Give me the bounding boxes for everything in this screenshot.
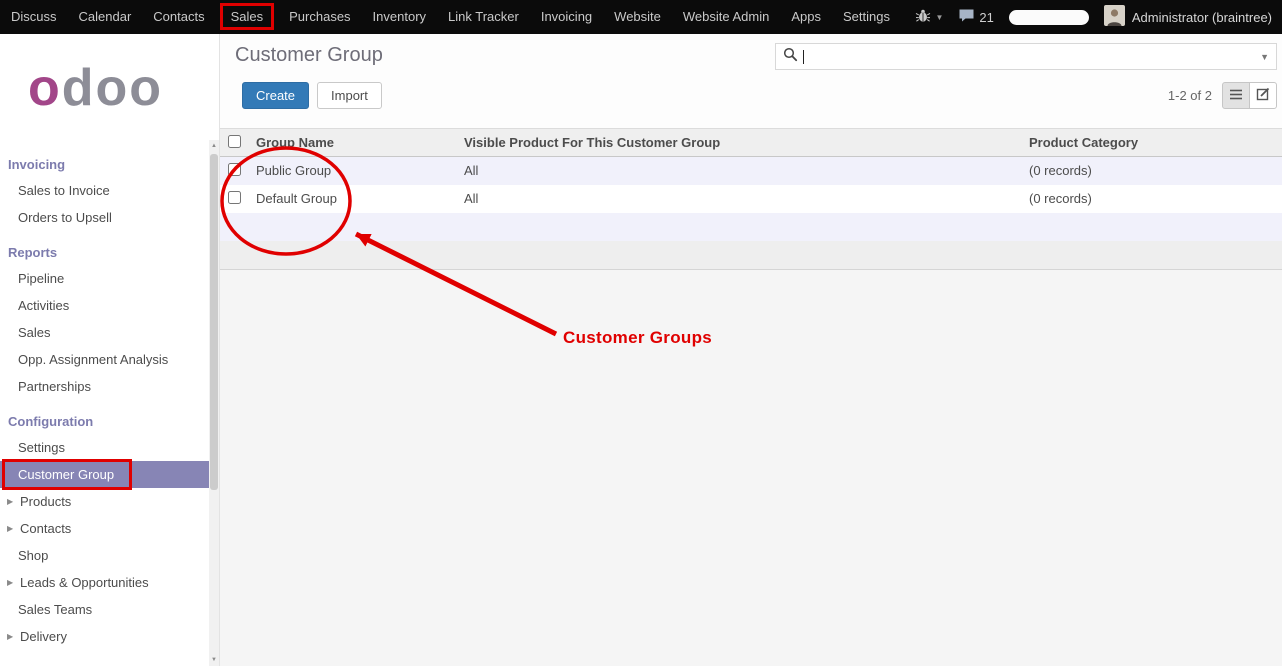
sidebar-item-shop[interactable]: Shop — [0, 542, 210, 569]
sidebar-item-leads-opportunities-label: Leads & Opportunities — [20, 575, 149, 590]
menu-contacts[interactable]: Contacts — [142, 0, 215, 34]
pager-counter: 1-2 of 2 — [1168, 88, 1212, 103]
column-header-product-category[interactable]: Product Category — [1025, 129, 1282, 157]
user-name: Administrator (braintree) — [1132, 10, 1272, 25]
row-checkbox[interactable] — [228, 163, 241, 176]
menu-sales-label: Sales — [231, 9, 264, 24]
sidebar-item-products-label: Products — [20, 494, 71, 509]
page-title: Customer Group — [235, 44, 383, 67]
pager-area: 1-2 of 2 — [1168, 82, 1277, 109]
menu-inventory[interactable]: Inventory — [362, 0, 437, 34]
user-menu[interactable]: Administrator (braintree) — [1104, 5, 1272, 29]
menu-sales[interactable]: Sales — [216, 0, 279, 34]
sidebar-item-leads-opportunities[interactable]: ▶ Leads & Opportunities — [0, 569, 210, 596]
sidebar-section-invoicing[interactable]: Invoicing — [0, 152, 219, 177]
cell-visible-product[interactable]: All — [460, 157, 1025, 185]
logo-letter-accent: o — [28, 59, 62, 117]
search-icon — [783, 47, 798, 67]
main-content: Customer Group ▼ Create Import 1-2 of 2 — [220, 34, 1282, 666]
sidebar-item-sales-to-invoice[interactable]: Sales to Invoice — [0, 177, 210, 204]
sidebar-scrollbar-thumb[interactable] — [210, 154, 218, 490]
expand-arrow-icon: ▶ — [7, 623, 13, 650]
chat-bubble-icon — [958, 8, 975, 26]
expand-arrow-icon: ▶ — [7, 488, 13, 515]
caret-down-icon: ▼ — [935, 13, 943, 22]
sidebar-item-customer-group[interactable]: Customer Group — [0, 461, 210, 488]
empty-row — [220, 241, 1282, 269]
messages-count-badge: 21 — [979, 10, 993, 25]
edit-icon — [1256, 87, 1270, 104]
odoo-logo: odoo — [0, 34, 219, 152]
cell-visible-product[interactable]: All — [460, 185, 1025, 213]
sidebar-section-reports[interactable]: Reports — [0, 240, 219, 265]
sidebar-item-orders-to-upsell[interactable]: Orders to Upsell — [0, 204, 210, 231]
menu-website[interactable]: Website — [603, 0, 672, 34]
logo-letters-rest: doo — [62, 59, 163, 117]
view-switcher — [1222, 82, 1277, 109]
column-header-group-name[interactable]: Group Name — [252, 129, 460, 157]
search-input[interactable] — [804, 44, 1254, 69]
form-view-button[interactable] — [1249, 82, 1277, 109]
column-header-visible-product[interactable]: Visible Product For This Customer Group — [460, 129, 1025, 157]
sidebar-item-sales-teams[interactable]: Sales Teams — [0, 596, 210, 623]
row-checkbox[interactable] — [228, 191, 241, 204]
menu-discuss[interactable]: Discuss — [0, 0, 68, 34]
annotation-box-sales: Sales — [220, 3, 275, 30]
menu-purchases[interactable]: Purchases — [278, 0, 361, 34]
expand-arrow-icon: ▶ — [7, 569, 13, 596]
button-row: Create Import 1-2 of 2 — [220, 82, 1282, 109]
menu-invoicing[interactable]: Invoicing — [530, 0, 603, 34]
sidebar-item-partnerships[interactable]: Partnerships — [0, 373, 210, 400]
sidebar-item-customer-group-label: Customer Group — [18, 467, 114, 482]
sidebar-menu: Invoicing Sales to Invoice Orders to Ups… — [0, 152, 219, 650]
sidebar-item-products[interactable]: ▶ Products — [0, 488, 210, 515]
cell-product-category[interactable]: (0 records) — [1025, 157, 1282, 185]
content-background — [220, 269, 1282, 666]
menu-settings[interactable]: Settings — [832, 0, 901, 34]
cell-product-category[interactable]: (0 records) — [1025, 185, 1282, 213]
search-dropdown-caret-icon[interactable]: ▼ — [1254, 52, 1269, 62]
expand-arrow-icon: ▶ — [7, 515, 13, 542]
topbar-right-tools: ▼ 21 Administrator (braintree) — [915, 5, 1282, 29]
sidebar-item-settings[interactable]: Settings — [0, 434, 210, 461]
empty-row — [220, 213, 1282, 241]
sidebar-item-sales[interactable]: Sales — [0, 319, 210, 346]
sidebar-item-delivery[interactable]: ▶ Delivery — [0, 623, 210, 650]
cell-group-name[interactable]: Public Group — [252, 157, 460, 185]
table-header-row: Group Name Visible Product For This Cust… — [220, 129, 1282, 157]
scroll-down-icon[interactable]: ▼ — [209, 654, 219, 666]
sidebar-scrollbar[interactable]: ▲ ▼ — [209, 140, 219, 666]
search-box[interactable]: ▼ — [775, 43, 1277, 70]
scroll-up-icon[interactable]: ▲ — [209, 140, 219, 152]
sidebar-section-configuration[interactable]: Configuration — [0, 409, 219, 434]
messages-menu[interactable]: 21 — [958, 8, 993, 26]
list-icon — [1229, 88, 1243, 104]
table-row-default-group[interactable]: Default Group All (0 records) — [220, 185, 1282, 213]
app-sidebar: odoo Invoicing Sales to Invoice Orders t… — [0, 34, 220, 666]
avatar — [1104, 5, 1125, 29]
list-view-button[interactable] — [1222, 82, 1250, 109]
sidebar-item-contacts-label: Contacts — [20, 521, 71, 536]
table-row-public-group[interactable]: Public Group All (0 records) — [220, 157, 1282, 185]
odoo-backend-screen: Discuss Calendar Contacts Sales Purchase… — [0, 0, 1282, 666]
sidebar-item-delivery-label: Delivery — [20, 629, 67, 644]
control-panel: Customer Group ▼ Create Import 1-2 of 2 — [220, 34, 1282, 128]
select-all-checkbox[interactable] — [228, 135, 241, 148]
top-menubar: Discuss Calendar Contacts Sales Purchase… — [0, 0, 1282, 34]
menu-calendar[interactable]: Calendar — [68, 0, 143, 34]
sidebar-item-contacts[interactable]: ▶ Contacts — [0, 515, 210, 542]
menu-apps[interactable]: Apps — [780, 0, 832, 34]
cell-group-name[interactable]: Default Group — [252, 185, 460, 213]
menu-website-admin[interactable]: Website Admin — [672, 0, 780, 34]
customer-group-table: Group Name Visible Product For This Cust… — [220, 128, 1282, 269]
bug-icon — [915, 9, 931, 26]
menu-link-tracker[interactable]: Link Tracker — [437, 0, 530, 34]
sidebar-item-activities[interactable]: Activities — [0, 292, 210, 319]
sidebar-item-opp-assignment-analysis[interactable]: Opp. Assignment Analysis — [0, 346, 210, 373]
sidebar-item-pipeline[interactable]: Pipeline — [0, 265, 210, 292]
create-button[interactable]: Create — [242, 82, 309, 109]
import-button[interactable]: Import — [317, 82, 382, 109]
debug-menu[interactable]: ▼ — [915, 9, 943, 26]
white-pill-indicator[interactable] — [1009, 10, 1089, 25]
